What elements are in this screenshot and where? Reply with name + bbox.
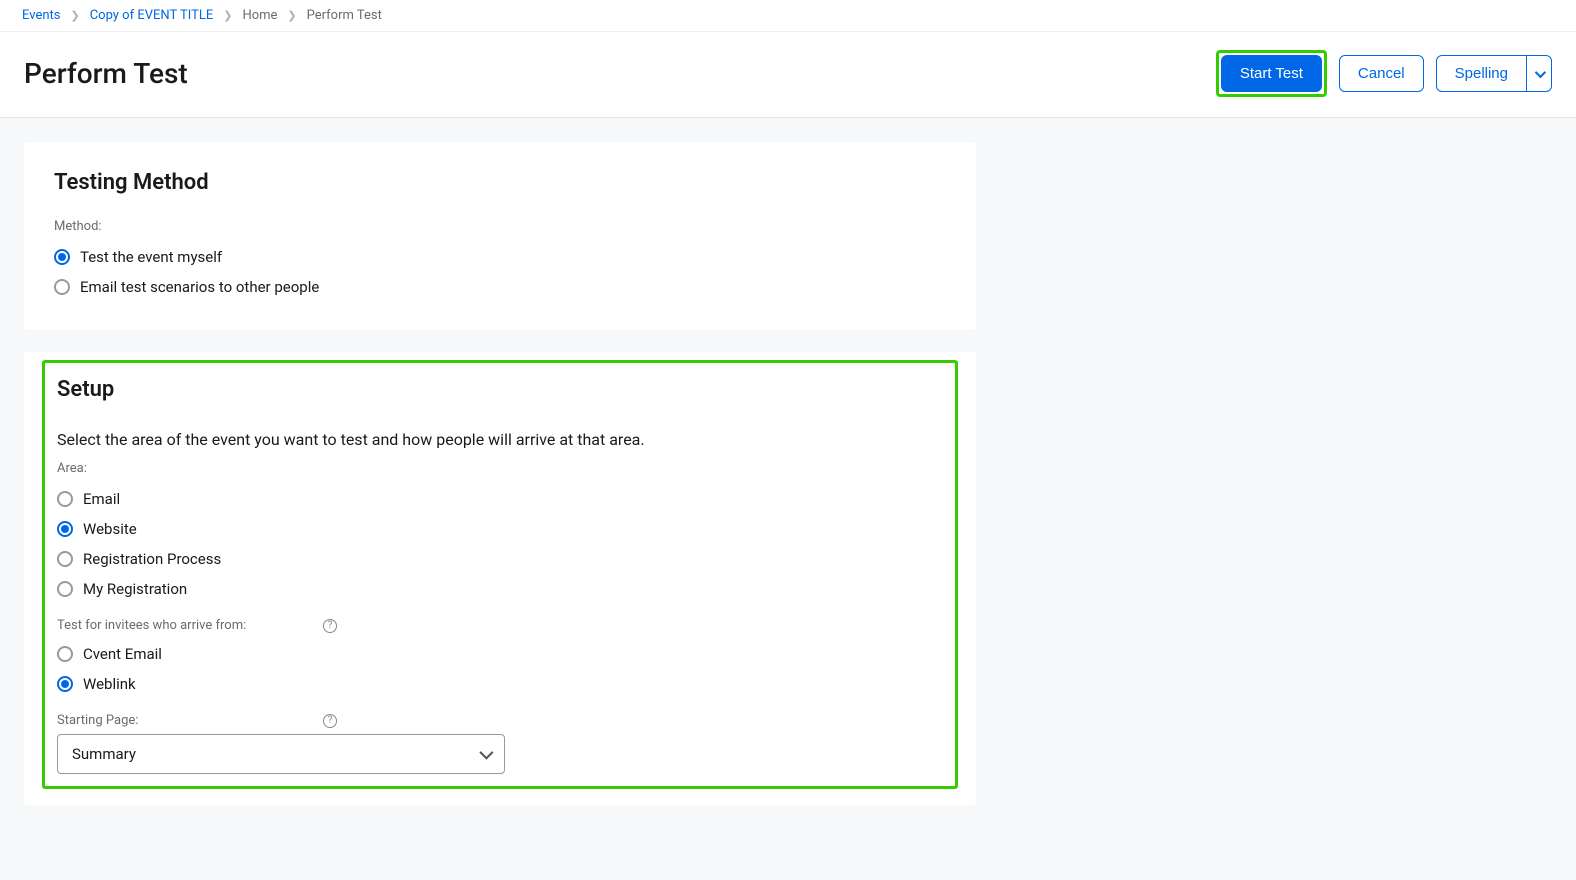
breadcrumb-current: Perform Test [307,8,382,23]
help-icon[interactable]: ? [323,714,337,728]
radio-email-scenarios[interactable]: Email test scenarios to other people [54,272,946,302]
arrive-from-label: Test for invitees who arrive from: [57,618,246,633]
highlight-setup: Setup Select the area of the event you w… [42,360,958,789]
chevron-down-icon [479,746,493,760]
radio-icon [57,676,73,692]
radio-icon [57,491,73,507]
radio-icon [57,581,73,597]
radio-area-registration[interactable]: Registration Process [57,544,943,574]
radio-icon [57,551,73,567]
radio-area-email[interactable]: Email [57,484,943,514]
radio-icon [57,521,73,537]
radio-label: My Registration [83,580,187,598]
chevron-down-icon [1535,66,1546,77]
radio-label: Test the event myself [80,248,222,266]
radio-label: Cvent Email [83,645,162,663]
setup-card: Setup Select the area of the event you w… [24,352,976,805]
radio-area-my-registration[interactable]: My Registration [57,574,943,604]
radio-icon [54,279,70,295]
starting-page-label: Starting Page: [57,713,138,728]
breadcrumb-event-title[interactable]: Copy of EVENT TITLE [90,8,214,23]
cancel-button[interactable]: Cancel [1339,55,1424,92]
testing-method-card: Testing Method Method: Test the event my… [24,142,976,330]
spelling-button[interactable]: Spelling [1436,55,1527,92]
setup-title: Setup [57,377,943,402]
radio-area-website[interactable]: Website [57,514,943,544]
breadcrumb: Events ❯ Copy of EVENT TITLE ❯ Home ❯ Pe… [0,0,1576,32]
radio-label: Website [83,520,137,538]
chevron-right-icon: ❯ [223,9,232,22]
spelling-dropdown-button[interactable] [1527,55,1552,92]
highlight-start-test: Start Test [1216,50,1327,97]
setup-description: Select the area of the event you want to… [57,430,943,449]
area-label: Area: [57,461,943,476]
radio-label: Email test scenarios to other people [80,278,319,296]
starting-page-select[interactable]: Summary [57,734,505,774]
radio-icon [54,249,70,265]
select-value: Summary [72,745,136,763]
start-test-button[interactable]: Start Test [1221,55,1322,92]
chevron-right-icon: ❯ [70,9,79,22]
radio-label: Registration Process [83,550,221,568]
radio-test-myself[interactable]: Test the event myself [54,242,946,272]
testing-method-title: Testing Method [54,170,946,195]
radio-arrive-cvent-email[interactable]: Cvent Email [57,639,943,669]
page-title: Perform Test [24,57,188,90]
help-icon[interactable]: ? [323,619,337,633]
breadcrumb-home: Home [242,8,277,23]
chevron-right-icon: ❯ [287,9,296,22]
radio-icon [57,646,73,662]
breadcrumb-events[interactable]: Events [22,8,60,23]
radio-arrive-weblink[interactable]: Weblink [57,669,943,699]
radio-label: Email [83,490,120,508]
radio-label: Weblink [83,675,136,693]
method-label: Method: [54,219,946,234]
